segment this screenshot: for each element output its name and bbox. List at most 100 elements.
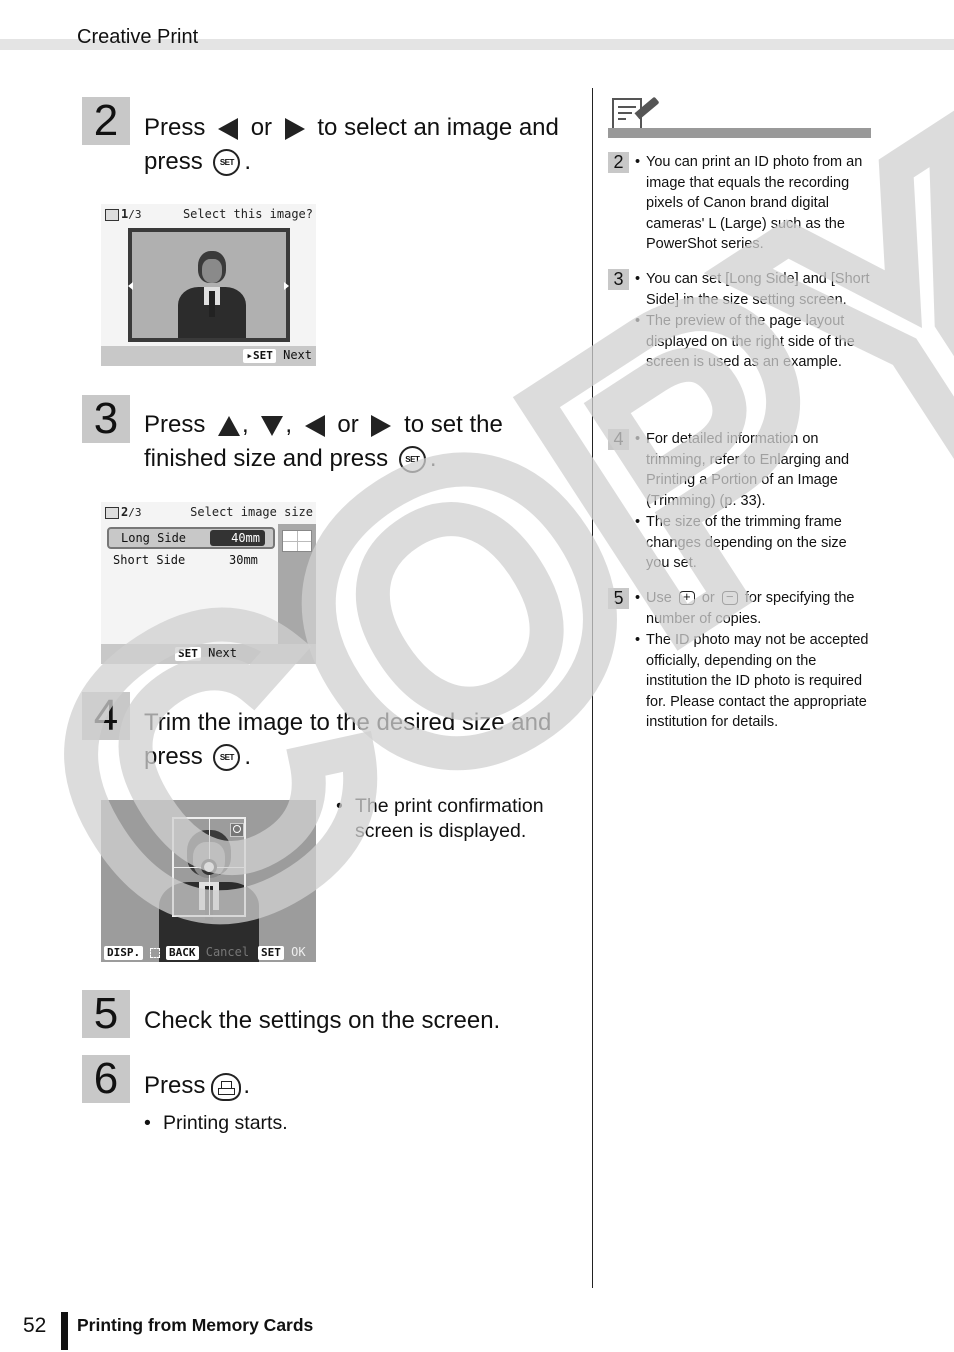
bullet: •: [144, 1112, 151, 1134]
step-text: .: [429, 445, 437, 472]
step-text: .: [243, 1072, 251, 1099]
set-action-label: Next: [208, 646, 238, 660]
note-text: For detailed information on trimming, re…: [646, 431, 850, 509]
bullet: •: [635, 590, 641, 606]
note-item: • You can set [Long Side] and [Short Side…: [608, 269, 873, 310]
memo-line: [618, 106, 636, 108]
step-4-instruction: Trim the image to the desired size and p…: [144, 706, 584, 774]
set-next-hint: SET Next: [175, 646, 237, 661]
step-number-2: 2: [82, 97, 130, 145]
bullet: •: [635, 154, 641, 170]
step-text: to select an image and: [317, 114, 559, 141]
memo-header-bar: [608, 128, 871, 138]
size-row-value: 30mm: [229, 553, 258, 567]
bullet: •: [635, 313, 641, 329]
note-item: • For detailed information on trimming, r…: [608, 429, 873, 511]
note-step-2: 2 • You can print an ID photo from an ima…: [608, 152, 873, 255]
page-number: 52: [23, 1314, 47, 1337]
step-text: .: [244, 743, 252, 770]
note-step-3: 3 • You can set [Long Side] and [Short Si…: [608, 269, 873, 373]
size-row-long-side[interactable]: Long Side 40mm: [107, 527, 275, 549]
set-tag: ▸SET: [243, 349, 276, 363]
screen-title: Select image size: [190, 505, 313, 519]
step-number-5: 5: [82, 990, 130, 1038]
note-item: • The ID photo may not be accepted offici…: [608, 630, 873, 733]
footer-bar: [61, 1312, 68, 1350]
screen-bottombar: DISP. BACK Cancel SET OK: [101, 942, 316, 962]
right-arrow-icon: [284, 117, 305, 140]
rotate-frame-icon: [150, 947, 161, 958]
set-tag: SET: [258, 946, 284, 960]
step-number-3: 3: [82, 395, 130, 443]
size-row-label: Short Side: [113, 553, 186, 567]
step-4-bullet: • The print confirmation screen is displ…: [336, 794, 576, 844]
disp-tag: DISP.: [104, 946, 144, 960]
next-image-arrow-icon[interactable]: [284, 282, 289, 290]
note-step-4: 4 • For detailed information on trimming,…: [608, 429, 873, 574]
bullet: •: [635, 514, 641, 530]
set-button-icon: SET: [398, 446, 426, 474]
set-button-icon: SET: [213, 744, 241, 772]
photo-preview: [128, 228, 290, 342]
note-text: Use: [646, 590, 672, 606]
zoom-out-glyph: [233, 825, 241, 833]
disp-hint: DISP.: [104, 945, 161, 960]
image-counter: 1/3: [105, 207, 141, 221]
step-3-instruction: Press , , or to set the finished size an…: [144, 408, 584, 476]
note-text: The ID photo may not be accepted officia…: [646, 632, 869, 730]
bullet: •: [336, 795, 343, 817]
note-text: You can set [Long Side] and [Short Side]…: [646, 271, 870, 308]
down-arrow-icon: [261, 415, 284, 436]
person-tie: [209, 291, 215, 317]
step-text: finished size and press: [144, 445, 389, 472]
lcd-screen-select-image: 1/3 Select this image? ▸SET Next: [101, 204, 316, 366]
step-text: or: [250, 114, 273, 141]
step-text: ,: [242, 411, 249, 438]
step-text: to set the: [404, 411, 503, 438]
screen-topbar: 1/3 Select this image?: [101, 204, 316, 226]
step-2-instruction: Press or to select an image and press SE…: [144, 111, 584, 179]
screen-bottombar: ▸SET Next: [101, 346, 316, 366]
step-text: Press: [144, 1072, 206, 1099]
set-ok-hint: SET OK: [258, 945, 306, 960]
bullet-text: The print confirmation screen is display…: [355, 795, 544, 842]
step-text: ,: [285, 411, 293, 438]
step-number-4: 4: [82, 692, 130, 740]
step-6-bullet: • Printing starts.: [144, 1111, 444, 1136]
left-arrow-icon: [218, 117, 239, 140]
prev-image-arrow-icon[interactable]: [128, 282, 133, 290]
bullet: •: [635, 632, 641, 648]
counter-total: /3: [128, 208, 142, 221]
note-text: for specifying the number of copies.: [646, 590, 855, 627]
memo-line: [618, 112, 632, 114]
size-row-value[interactable]: 40mm: [210, 530, 265, 546]
step-text: Press: [144, 411, 206, 438]
note-step-5: 5 • Use + or − for specifying the number …: [608, 588, 873, 733]
note-text: The size of the trimming frame changes d…: [646, 514, 847, 571]
bullet: •: [635, 271, 641, 287]
plus-button-icon: +: [678, 590, 695, 606]
trimming-frame[interactable]: [172, 817, 246, 917]
zoom-out-icon: [230, 823, 244, 837]
note-text: or: [701, 590, 715, 606]
counter-total: /3: [128, 506, 142, 519]
back-action-label: Cancel: [205, 945, 250, 959]
size-row-short-side[interactable]: Short Side 30mm: [113, 553, 273, 567]
page-layout-icon: [282, 530, 312, 552]
screen-title: Select this image?: [182, 207, 313, 221]
set-tag: SET: [175, 647, 201, 661]
set-action-label: OK: [291, 945, 306, 959]
image-index-icon: [105, 507, 119, 519]
step-text: Trim the image to the desired size and: [144, 709, 552, 736]
move-handle-icon[interactable]: [201, 859, 217, 875]
bullet: •: [635, 431, 641, 447]
note-text: You can print an ID photo from an image …: [646, 154, 863, 252]
size-row-label: Long Side: [121, 531, 187, 545]
note-item: • The preview of the page layout displaye…: [608, 311, 873, 373]
person-face: [202, 259, 222, 283]
back-tag: BACK: [166, 946, 199, 960]
step-text: Press: [144, 114, 206, 141]
lcd-screen-image-size: 2/3 Select image size Long Side 40mm Sho…: [101, 502, 316, 664]
bullet-text: Printing starts.: [163, 1112, 288, 1134]
image-counter: 2/3: [105, 505, 141, 519]
